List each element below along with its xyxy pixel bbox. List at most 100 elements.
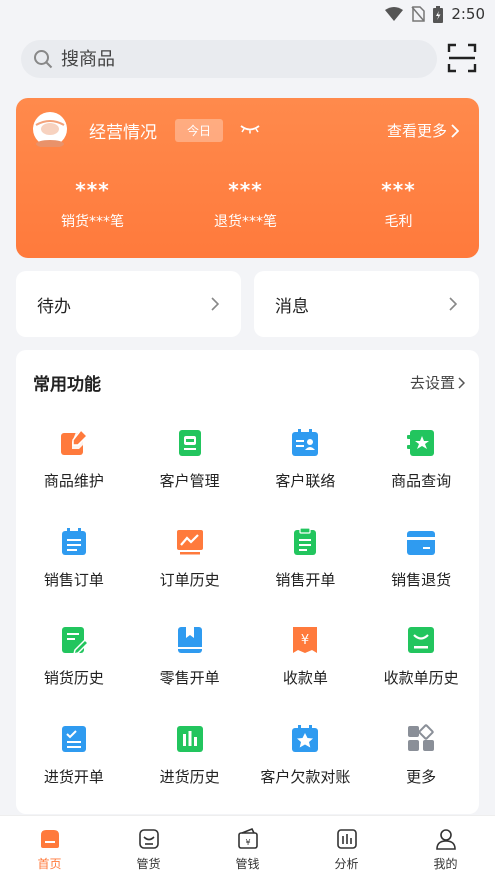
search-box[interactable] bbox=[21, 40, 437, 78]
tab-label: 管钱 bbox=[235, 857, 260, 871]
todo-card[interactable]: 待办 bbox=[16, 271, 241, 337]
tab-label: 分析 bbox=[334, 857, 359, 871]
tab-wallet[interactable]: ¥ 管钱 bbox=[198, 816, 297, 880]
stat-gross-profit[interactable]: *** 毛利 bbox=[322, 178, 475, 231]
function-item[interactable]: 销售退货 bbox=[363, 519, 479, 618]
avatar-icon bbox=[33, 112, 67, 147]
function-item[interactable]: 商品查询 bbox=[363, 420, 479, 519]
function-item[interactable]: 进货历史 bbox=[132, 716, 248, 815]
purchase-billing-icon bbox=[61, 725, 86, 752]
chevron-right-icon bbox=[211, 297, 219, 311]
function-label: 客户管理 bbox=[159, 472, 220, 490]
search-input[interactable] bbox=[61, 48, 401, 70]
stat-label: 毛利 bbox=[384, 214, 413, 230]
eye-closed-icon[interactable] bbox=[240, 124, 260, 134]
retail-billing-icon bbox=[177, 627, 202, 653]
search-icon bbox=[34, 50, 53, 69]
receipt-icon: ¥ bbox=[293, 627, 318, 653]
chevron-right-icon bbox=[449, 297, 457, 311]
tab-label: 我的 bbox=[433, 857, 458, 871]
stat-value: *** bbox=[228, 178, 263, 202]
stat-sales[interactable]: *** 销货***笔 bbox=[16, 178, 169, 231]
scan-icon[interactable] bbox=[447, 43, 477, 73]
purchase-history-icon bbox=[176, 725, 203, 752]
view-more-label: 查看更多 bbox=[386, 122, 447, 140]
tab-label: 管货 bbox=[136, 857, 161, 871]
function-label: 销货历史 bbox=[43, 669, 104, 687]
function-label: 客户欠款对账 bbox=[260, 767, 351, 786]
customer-debt-icon bbox=[292, 724, 319, 752]
function-label: 商品查询 bbox=[391, 472, 452, 490]
function-item[interactable]: 客户联络 bbox=[248, 420, 364, 519]
stat-returns[interactable]: *** 退货***笔 bbox=[169, 178, 322, 231]
sales-history-icon bbox=[61, 627, 89, 655]
search-row bbox=[21, 39, 481, 79]
svg-text:¥: ¥ bbox=[301, 633, 309, 648]
settings-link[interactable]: 去设置 bbox=[410, 372, 465, 393]
business-title: 经营情况 bbox=[89, 123, 157, 143]
function-label: 商品维护 bbox=[43, 472, 104, 490]
more-grid-icon bbox=[408, 723, 435, 751]
view-more-link[interactable]: 查看更多 bbox=[387, 120, 459, 141]
function-item[interactable]: 销售订单 bbox=[16, 519, 132, 618]
order-history-icon bbox=[176, 529, 203, 554]
function-item[interactable]: 更多 bbox=[363, 716, 479, 815]
receipt-history-icon bbox=[408, 627, 435, 653]
todo-label: 待办 bbox=[37, 296, 71, 317]
wifi-icon bbox=[385, 7, 404, 21]
function-item[interactable]: 商品维护 bbox=[16, 420, 132, 519]
edit-product-icon bbox=[60, 428, 88, 455]
section-title: 常用功能 bbox=[33, 375, 101, 395]
function-label: 销售退货 bbox=[391, 570, 452, 589]
tab-chart[interactable]: 分析 bbox=[297, 816, 396, 880]
messages-label: 消息 bbox=[275, 296, 309, 317]
common-functions-panel: 常用功能 去设置 商品维护 客户管理 客户联络 商品查询销售订单 订单历史 销售开单 销售退… bbox=[16, 350, 479, 814]
function-item[interactable]: 销货历史 bbox=[16, 617, 132, 716]
period-chip[interactable]: 今日 bbox=[175, 119, 223, 142]
clock: 2:50 bbox=[451, 5, 485, 23]
function-label: 收款单 bbox=[282, 669, 328, 687]
battery-icon bbox=[433, 5, 444, 23]
messages-card[interactable]: 消息 bbox=[254, 271, 479, 337]
status-bar: 2:50 bbox=[0, 0, 495, 28]
function-item[interactable]: 收款单历史 bbox=[363, 617, 479, 716]
function-label: 销售订单 bbox=[43, 570, 104, 589]
tab-label: 首页 bbox=[37, 857, 62, 871]
function-item[interactable]: ¥ 收款单 bbox=[248, 617, 364, 716]
function-label: 订单历史 bbox=[159, 570, 220, 589]
stat-label: 退货***笔 bbox=[214, 214, 277, 230]
chart-icon bbox=[336, 829, 357, 849]
user-icon bbox=[435, 829, 456, 850]
function-item[interactable]: 客户欠款对账 bbox=[248, 716, 364, 815]
function-label: 更多 bbox=[406, 767, 437, 786]
function-label: 零售开单 bbox=[159, 669, 220, 687]
home-icon bbox=[40, 830, 59, 848]
function-label: 进货历史 bbox=[159, 767, 220, 786]
customer-contact-icon bbox=[292, 429, 319, 456]
stat-value: *** bbox=[75, 178, 110, 202]
sales-order-icon bbox=[61, 527, 86, 555]
stat-label: 销货***笔 bbox=[61, 214, 124, 230]
function-item[interactable]: 订单历史 bbox=[132, 519, 248, 618]
bottom-tab-bar: 首页 管货 ¥ 管钱 分析 我的 bbox=[0, 815, 495, 880]
function-grid: 商品维护 客户管理 客户联络 商品查询销售订单 订单历史 销售开单 销售退货销货历史 零售开单… bbox=[16, 420, 479, 814]
tab-goods[interactable]: 管货 bbox=[99, 816, 198, 880]
function-item[interactable]: 零售开单 bbox=[132, 617, 248, 716]
chevron-right-icon bbox=[458, 376, 465, 389]
sales-return-icon bbox=[407, 530, 436, 555]
function-item[interactable]: 客户管理 bbox=[132, 420, 248, 519]
function-item[interactable]: 销售开单 bbox=[248, 519, 364, 618]
settings-label: 去设置 bbox=[409, 374, 455, 392]
customer-manage-icon bbox=[178, 430, 201, 456]
stats-row: *** 销货***笔 *** 退货***笔 *** 毛利 bbox=[16, 178, 479, 231]
tab-home[interactable]: 首页 bbox=[0, 816, 99, 880]
function-label: 客户联络 bbox=[275, 472, 336, 490]
product-query-icon bbox=[407, 430, 435, 456]
wallet-icon: ¥ bbox=[237, 827, 258, 849]
function-label: 销售开单 bbox=[275, 570, 336, 589]
no-sim-icon bbox=[411, 6, 426, 22]
chevron-right-icon bbox=[451, 123, 459, 138]
tab-user[interactable]: 我的 bbox=[396, 816, 495, 880]
function-item[interactable]: 进货开单 bbox=[16, 716, 132, 815]
sales-billing-icon bbox=[294, 526, 317, 555]
